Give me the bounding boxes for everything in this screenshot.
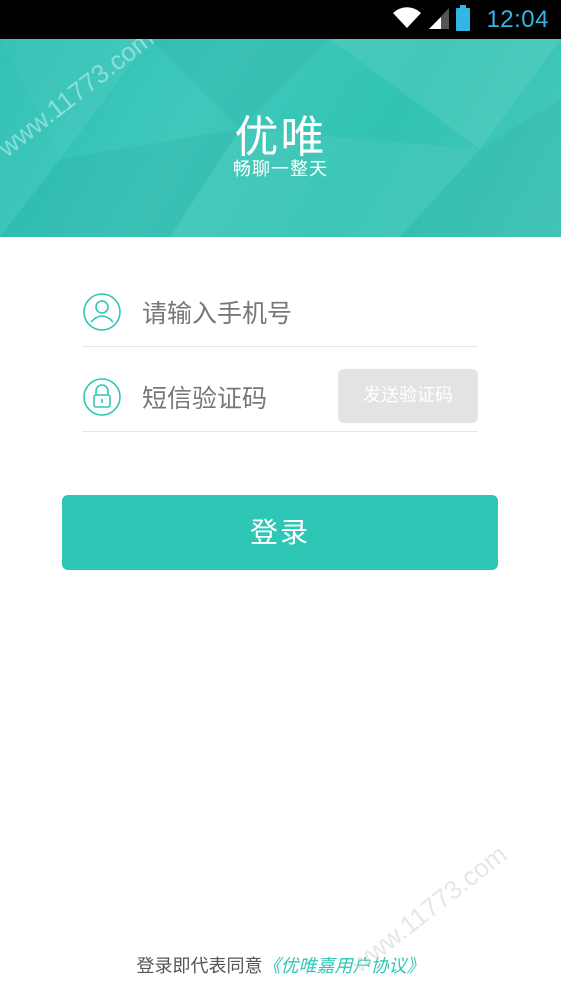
user-agreement-link[interactable]: 《优唯嘉用户协议》 — [263, 956, 425, 977]
lock-icon — [82, 377, 122, 417]
header-banner: www.11773.com 优唯 畅聊一整天 — [0, 39, 561, 237]
phone-input[interactable] — [142, 295, 382, 331]
signal-icon — [428, 6, 450, 34]
status-icons: 12:04 — [392, 0, 549, 39]
wifi-icon — [392, 6, 422, 34]
status-time: 12:04 — [486, 5, 549, 33]
sms-code-input[interactable] — [142, 380, 322, 416]
status-bar: 12:04 — [0, 0, 561, 39]
battery-icon — [456, 4, 471, 35]
app-slogan: 畅聊一整天 — [233, 159, 328, 180]
user-icon — [82, 292, 122, 332]
phone-row — [82, 262, 478, 347]
send-code-button[interactable]: 发送验证码 — [338, 369, 478, 423]
agreement-prefix: 登录即代表同意 — [136, 956, 263, 977]
agreement-text: 登录即代表同意《优唯嘉用户协议》 — [0, 952, 561, 978]
login-button[interactable]: 登录 — [62, 495, 498, 570]
